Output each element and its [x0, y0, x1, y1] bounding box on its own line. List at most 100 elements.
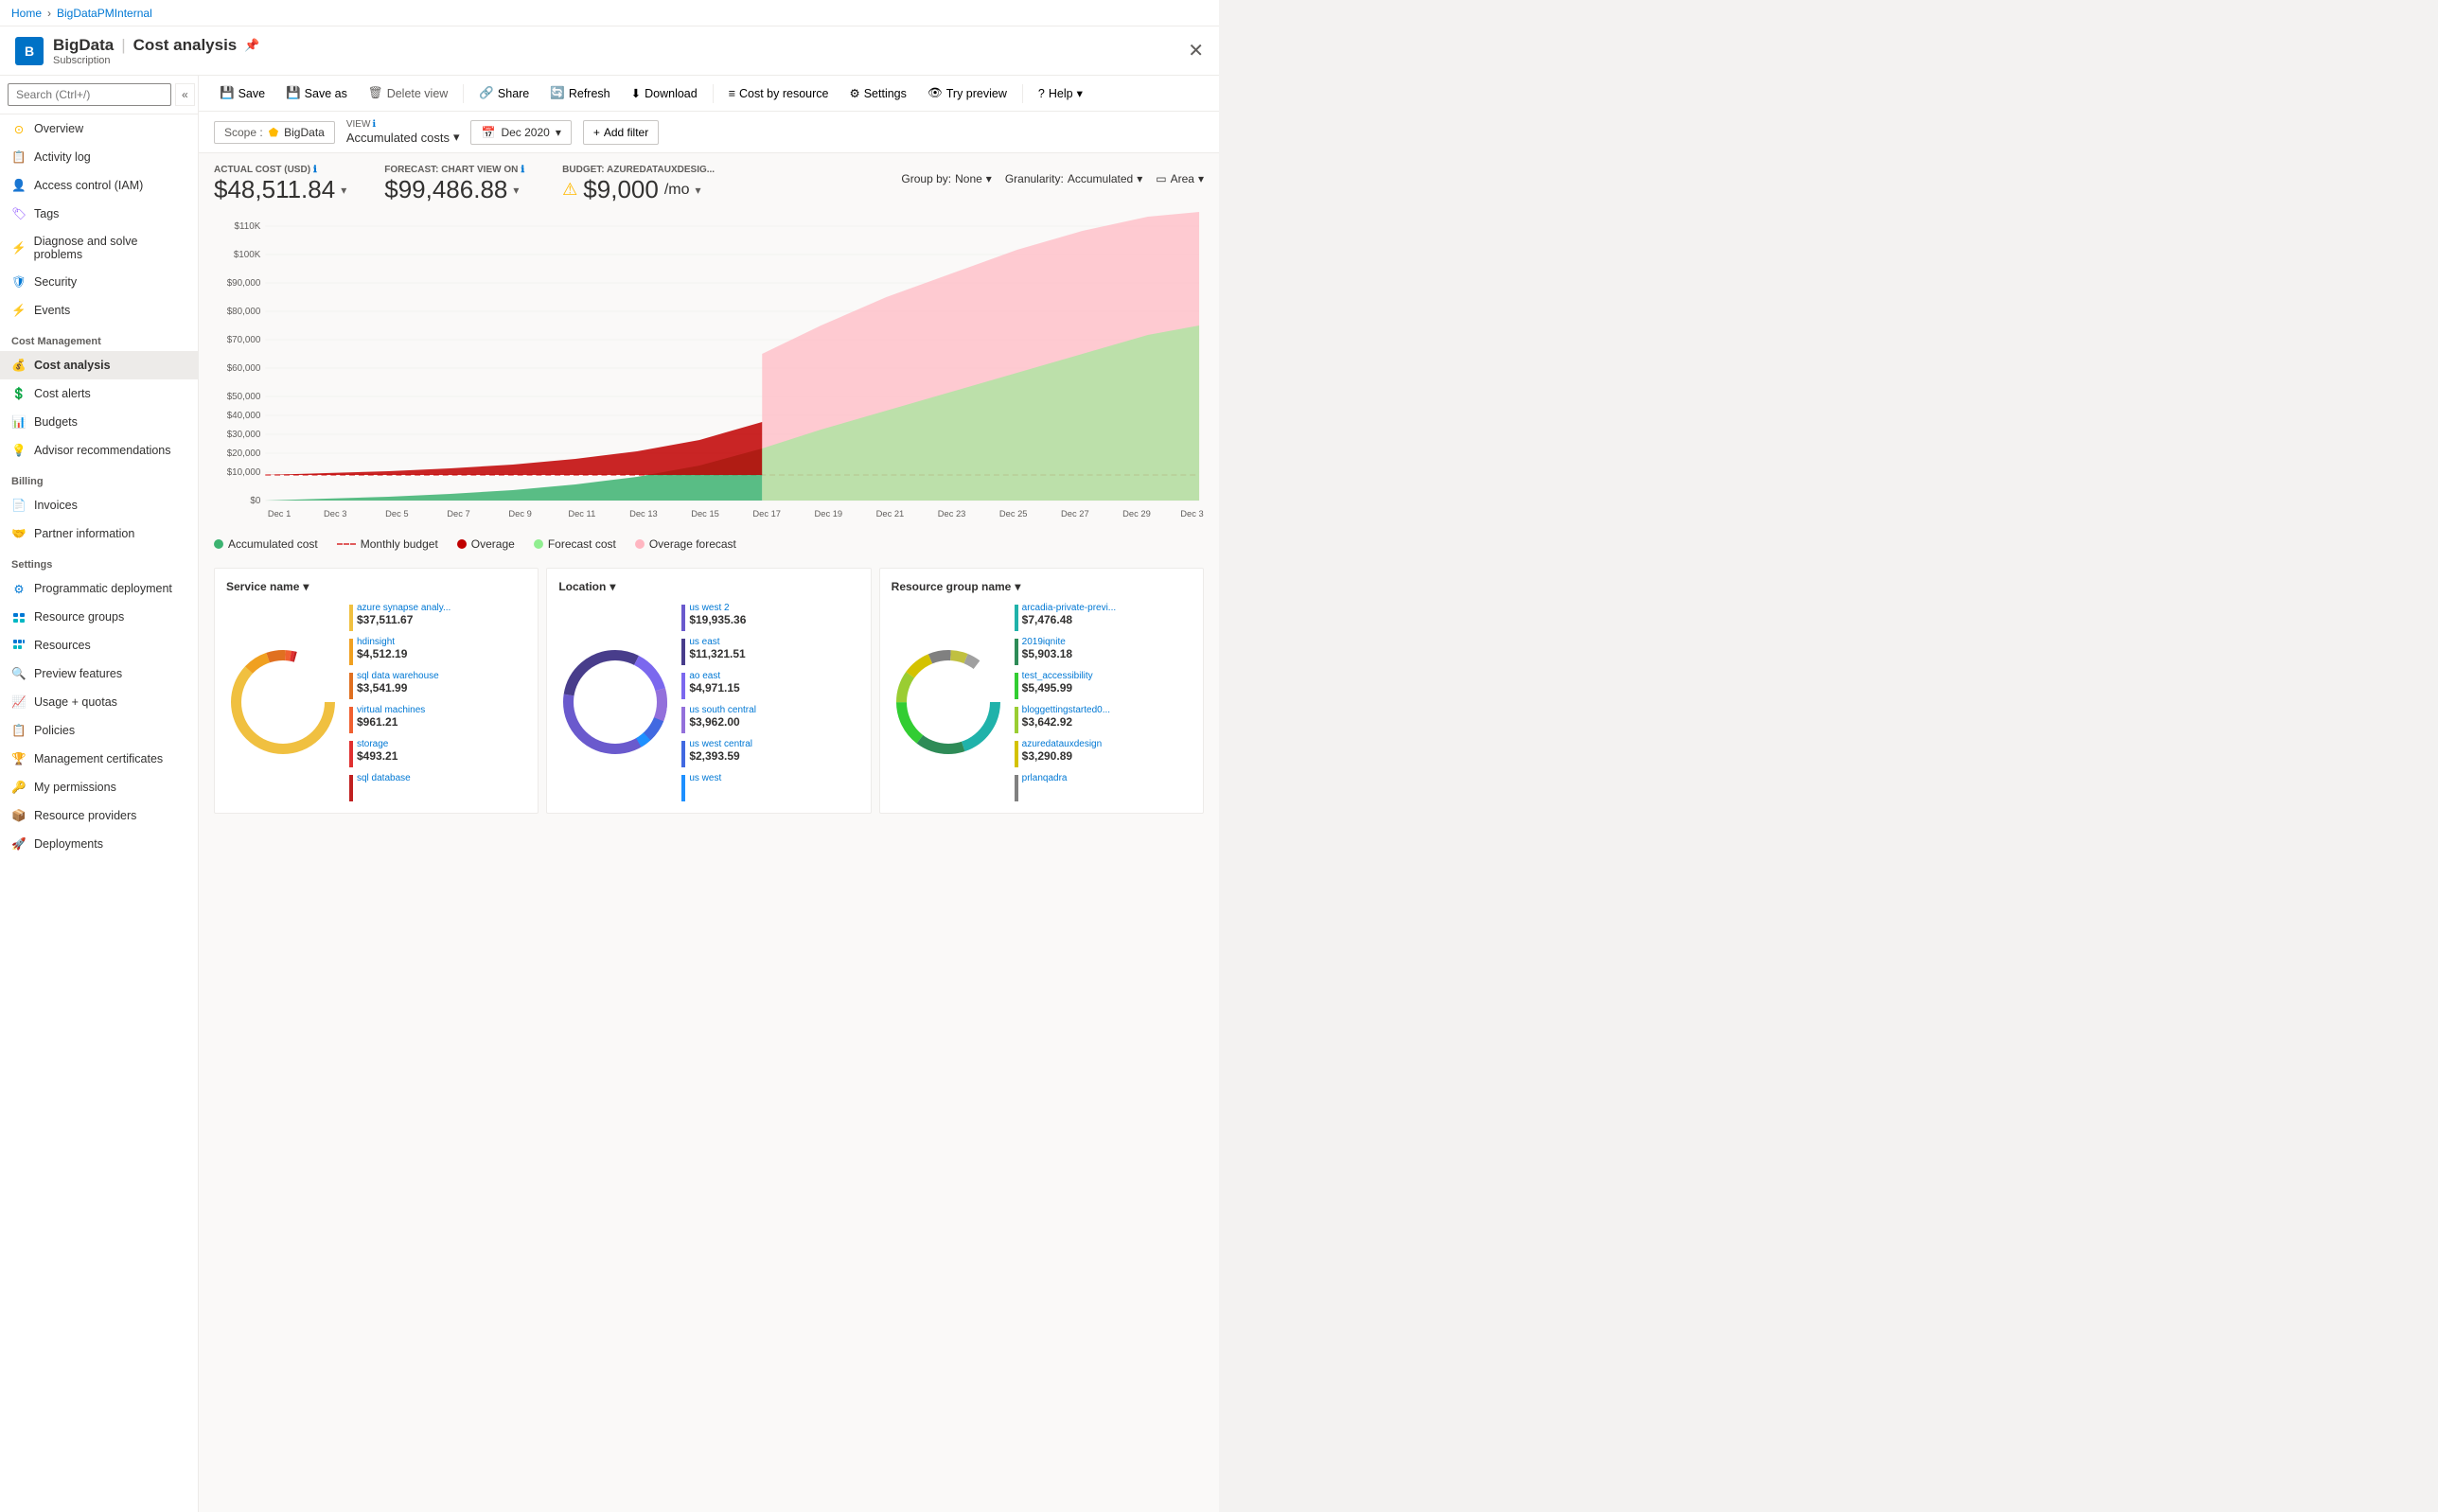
svg-text:Dec 31: Dec 31 [1180, 508, 1204, 519]
sidebar-collapse-btn[interactable]: « [175, 83, 195, 106]
save-button[interactable]: 💾 Save [210, 81, 274, 105]
download-button[interactable]: ⬇ Download [622, 81, 707, 105]
actual-info[interactable]: ℹ [313, 165, 317, 175]
sidebar-item-cost-alerts[interactable]: 💲 Cost alerts [0, 379, 198, 408]
loc-val-5: $2,393.59 [689, 749, 752, 763]
activity-label: Activity log [34, 150, 91, 164]
sidebar-item-tags[interactable]: 🏷 Tags [0, 200, 198, 228]
add-filter-button[interactable]: + Add filter [583, 120, 659, 145]
legend-name-6[interactable]: sql database [357, 773, 411, 783]
legend-name-5[interactable]: storage [357, 739, 398, 749]
sidebar-item-overview[interactable]: ⊙ Overview [0, 114, 198, 143]
rg-name-5[interactable]: azuredatauxdesign [1022, 739, 1103, 749]
forecast-arrow: ▾ [513, 184, 519, 197]
events-label: Events [34, 304, 70, 317]
settings-button[interactable]: ⚙ Settings [839, 81, 915, 105]
cost-by-resource-button[interactable]: ≡ Cost by resource [719, 82, 839, 105]
share-button[interactable]: 🔗 Share [469, 81, 539, 105]
view-value[interactable]: Accumulated costs ▾ [346, 130, 460, 145]
try-preview-button[interactable]: 👁 Try preview [918, 81, 1016, 105]
svg-text:$50,000: $50,000 [227, 392, 261, 402]
donut-service-title[interactable]: Service name ▾ [226, 580, 526, 593]
view-info-icon[interactable]: ℹ [372, 119, 376, 130]
legend-forecast-label: Forecast cost [548, 537, 616, 551]
breadcrumb-subscription[interactable]: BigDataPMInternal [57, 7, 152, 20]
pin-icon[interactable]: 📌 [244, 38, 259, 53]
actual-value[interactable]: $48,511.84 ▾ [214, 175, 346, 204]
help-chevron: ▾ [1077, 86, 1083, 100]
sidebar-item-events[interactable]: ⚡ Events [0, 296, 198, 325]
granularity-control[interactable]: Granularity: Accumulated ▾ [1005, 172, 1142, 185]
help-button[interactable]: ? Help ▾ [1029, 81, 1092, 105]
sidebar-item-security[interactable]: 🛡 Security [0, 268, 198, 296]
loc-name-6[interactable]: us west [689, 773, 721, 783]
legend-name-2[interactable]: hdinsight [357, 637, 407, 647]
budget-period: /mo [664, 182, 690, 199]
sidebar-item-invoices[interactable]: 📄 Invoices [0, 491, 198, 519]
sidebar-item-advisor[interactable]: 💡 Advisor recommendations [0, 436, 198, 465]
scope-control[interactable]: Scope : ⬟ BigData [214, 121, 335, 144]
sidebar-item-resource-groups[interactable]: Resource groups [0, 603, 198, 631]
svg-text:Dec 27: Dec 27 [1061, 508, 1089, 519]
legend-val-3: $3,541.99 [357, 681, 439, 694]
refresh-icon: 🔄 [550, 86, 565, 100]
sidebar-item-resources[interactable]: Resources [0, 631, 198, 659]
title-sep: | [121, 36, 125, 55]
date-pill[interactable]: 📅 Dec 2020 ▾ [470, 120, 571, 145]
close-button[interactable]: ✕ [1188, 39, 1204, 62]
sidebar-item-certs[interactable]: 🏆 Management certificates [0, 745, 198, 773]
rg-name-1[interactable]: arcadia-private-previ... [1022, 603, 1116, 613]
partner-icon: 🤝 [11, 526, 26, 541]
legend-name-3[interactable]: sql data warehouse [357, 671, 439, 681]
delete-view-button[interactable]: 🗑 Delete view [359, 81, 458, 105]
loc-name-3[interactable]: ao east [689, 671, 739, 681]
rg-name-2[interactable]: 2019iqnite [1022, 637, 1072, 647]
breadcrumb-home[interactable]: Home [11, 7, 42, 20]
rg-val-2: $5,903.18 [1022, 647, 1072, 660]
sidebar-item-partner[interactable]: 🤝 Partner information [0, 519, 198, 548]
loc-name-5[interactable]: us west central [689, 739, 752, 749]
budget-value[interactable]: ⚠ $9,000 /mo ▾ [562, 175, 715, 204]
sidebar-item-iam[interactable]: 👤 Access control (IAM) [0, 171, 198, 200]
forecast-info[interactable]: ℹ [521, 165, 524, 175]
rg-name-3[interactable]: test_accessibility [1022, 671, 1093, 681]
donut-location-title[interactable]: Location ▾ [558, 580, 858, 593]
loc-name-4[interactable]: us south central [689, 705, 756, 715]
save-as-label: Save as [305, 87, 347, 100]
sidebar-item-permissions[interactable]: 🔑 My permissions [0, 773, 198, 801]
donut-rg-title[interactable]: Resource group name ▾ [892, 580, 1192, 593]
sidebar: « ⊙ Overview 📋 Activity log 👤 Access con… [0, 76, 199, 1512]
page-icon: B [15, 37, 44, 65]
breadcrumb: Home › BigDataPMInternal [11, 7, 152, 20]
actual-cost: ACTUAL COST (USD) ℹ $48,511.84 ▾ [214, 165, 346, 204]
sidebar-item-providers[interactable]: 📦 Resource providers [0, 801, 198, 830]
legend-name-1[interactable]: azure synapse analy... [357, 603, 450, 613]
sidebar-item-cost-analysis[interactable]: 💰 Cost analysis [0, 351, 198, 379]
cost-chart: $110K $100K $90,000 $80,000 $70,000 $60,… [214, 212, 1204, 534]
sidebar-item-activity[interactable]: 📋 Activity log [0, 143, 198, 171]
diagnose-label: Diagnose and solve problems [34, 235, 186, 261]
sidebar-item-prog[interactable]: ⚙ Programmatic deployment [0, 574, 198, 603]
granularity-label: Granularity: [1005, 172, 1064, 185]
rg-name-4[interactable]: bloggettingstarted0... [1022, 705, 1110, 715]
usage-label: Usage + quotas [34, 695, 117, 709]
sidebar-item-usage[interactable]: 📈 Usage + quotas [0, 688, 198, 716]
loc-name-2[interactable]: us east [689, 637, 745, 647]
sidebar-item-preview[interactable]: 🔍 Preview features [0, 659, 198, 688]
chart-controls: Group by: None ▾ Granularity: Accumulate… [901, 165, 1204, 185]
loc-name-1[interactable]: us west 2 [689, 603, 746, 613]
forecast-value[interactable]: $99,486.88 ▾ [384, 175, 524, 204]
rg-name-6[interactable]: prlanqadra [1022, 773, 1068, 783]
save-as-button[interactable]: 💾 Save as [276, 81, 357, 105]
sidebar-item-deployments[interactable]: 🚀 Deployments [0, 830, 198, 858]
sidebar-item-policies[interactable]: 📋 Policies [0, 716, 198, 745]
legend-name-4[interactable]: virtual machines [357, 705, 425, 715]
refresh-button[interactable]: 🔄 Refresh [540, 81, 619, 105]
sidebar-item-budgets[interactable]: 📊 Budgets [0, 408, 198, 436]
area-control[interactable]: ▭ Area ▾ [1156, 172, 1204, 185]
svg-text:$90,000: $90,000 [227, 278, 261, 289]
page-header: B BigData | Cost analysis 📌 Subscription… [0, 26, 1219, 76]
group-by-control[interactable]: Group by: None ▾ [901, 172, 991, 185]
sidebar-item-diagnose[interactable]: ⚡ Diagnose and solve problems [0, 228, 198, 268]
search-input[interactable] [8, 83, 171, 106]
